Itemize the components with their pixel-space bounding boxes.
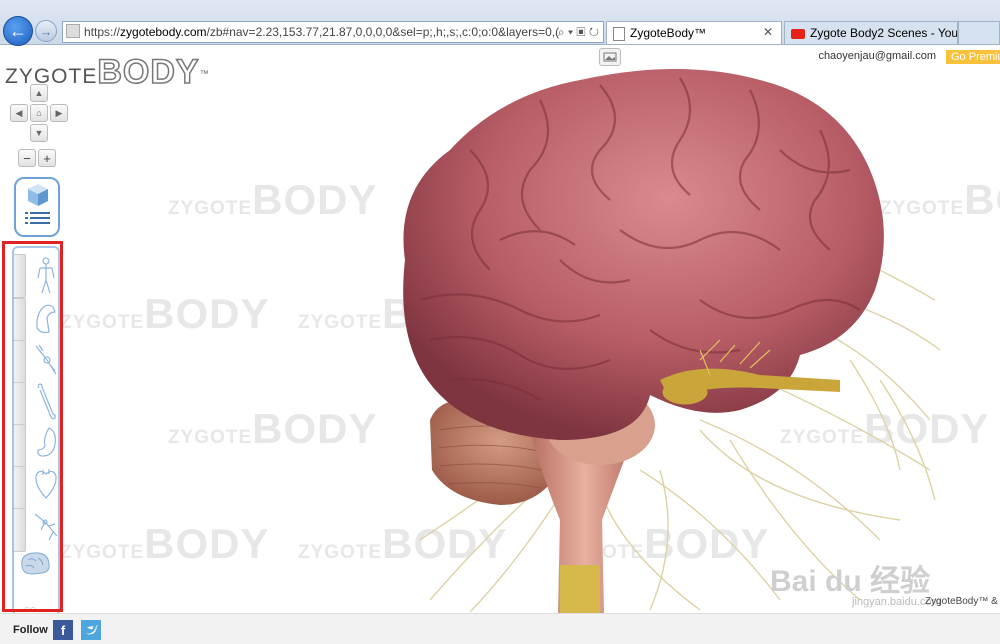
copyright-text: ZygoteBody™ &: [925, 596, 998, 607]
watermark: ZYGOTEBODY: [60, 290, 270, 337]
footer-bar: Follow f: [0, 613, 1000, 644]
address-controls[interactable]: ⌕ ▾ ▣ ↻: [558, 22, 599, 42]
go-premium-button[interactable]: Go Premium: [946, 50, 1000, 64]
tab-zygotebody[interactable]: ZygoteBody™: [606, 21, 782, 44]
back-arrow-icon: ←: [9, 20, 27, 41]
home-icon: ⌂: [36, 108, 42, 118]
baidu-text: Bai du 经验: [770, 565, 931, 598]
spinal-cord: [560, 565, 600, 613]
facebook-icon: f: [60, 622, 66, 638]
url-rest: /zb#nav=2.23,153.77,21.87,0,0,0,0&sel=p;…: [206, 25, 560, 39]
twitter-button[interactable]: [81, 620, 101, 640]
baidu-watermark: Bai du 经验 jingyan.baidu.com: [770, 556, 941, 608]
forward-arrow-icon: →: [39, 23, 53, 39]
left-arrow-icon: ◀: [15, 107, 23, 118]
tab-label: ZygoteBody™: [630, 26, 707, 40]
home-view-button[interactable]: ⌂: [30, 104, 48, 122]
up-arrow-icon: ▲: [34, 88, 44, 98]
new-tab-button[interactable]: [958, 21, 1000, 44]
url-domain: zygotebody.com: [120, 25, 207, 39]
zoom-out-button[interactable]: −: [18, 149, 36, 167]
url-prefix: https://: [84, 25, 121, 39]
trademark: ™: [199, 68, 209, 79]
pan-left-button[interactable]: ◀: [10, 104, 28, 122]
watermark: ZYGOTEBODY: [60, 520, 270, 567]
down-arrow-icon: ▼: [34, 128, 44, 138]
watermark: ZYGOTEBODY: [168, 176, 378, 223]
forward-button[interactable]: →: [35, 20, 57, 42]
tab-label: Zygote Body2 Scenes - You...: [810, 26, 958, 40]
dropdown-icon[interactable]: ▾: [568, 25, 573, 39]
layers-toggle-button[interactable]: [14, 177, 60, 237]
zoom-in-button[interactable]: +: [38, 149, 56, 167]
highlight-box: [2, 241, 63, 612]
lock-icon: ▣: [576, 25, 586, 39]
pan-down-button[interactable]: ▼: [30, 124, 48, 142]
facebook-button[interactable]: f: [53, 620, 73, 640]
watermark: ZYGOTEBODY: [168, 405, 378, 452]
logo-main-text: BODY: [97, 52, 200, 92]
browser-toolbar: ← → https://zygotebody.com/zb#nav=2.23,1…: [0, 0, 1000, 46]
search-icon[interactable]: ⌕: [558, 25, 565, 39]
address-bar[interactable]: https://zygotebody.com/zb#nav=2.23,153.7…: [62, 21, 604, 43]
pan-up-button[interactable]: ▲: [30, 84, 48, 102]
page-icon: [66, 24, 80, 38]
follow-label: Follow: [13, 624, 48, 636]
refresh-icon[interactable]: ↻: [589, 25, 599, 39]
navigation-pad: ▲ ◀ ⌂ ▶ ▼: [8, 84, 68, 142]
layers-cube-icon: [25, 184, 50, 224]
back-button[interactable]: ←: [3, 16, 33, 46]
tab-youtube[interactable]: Zygote Body2 Scenes - You...: [784, 21, 958, 44]
brain-3d-model[interactable]: [380, 60, 940, 613]
pan-right-button[interactable]: ▶: [50, 104, 68, 122]
minus-icon: −: [23, 150, 31, 166]
plus-icon: +: [43, 150, 51, 166]
page-icon: [613, 26, 625, 41]
twitter-icon: [85, 625, 98, 635]
right-arrow-icon: ▶: [55, 107, 63, 118]
youtube-icon: [791, 28, 805, 39]
close-tab-icon[interactable]: ✕: [763, 25, 773, 39]
